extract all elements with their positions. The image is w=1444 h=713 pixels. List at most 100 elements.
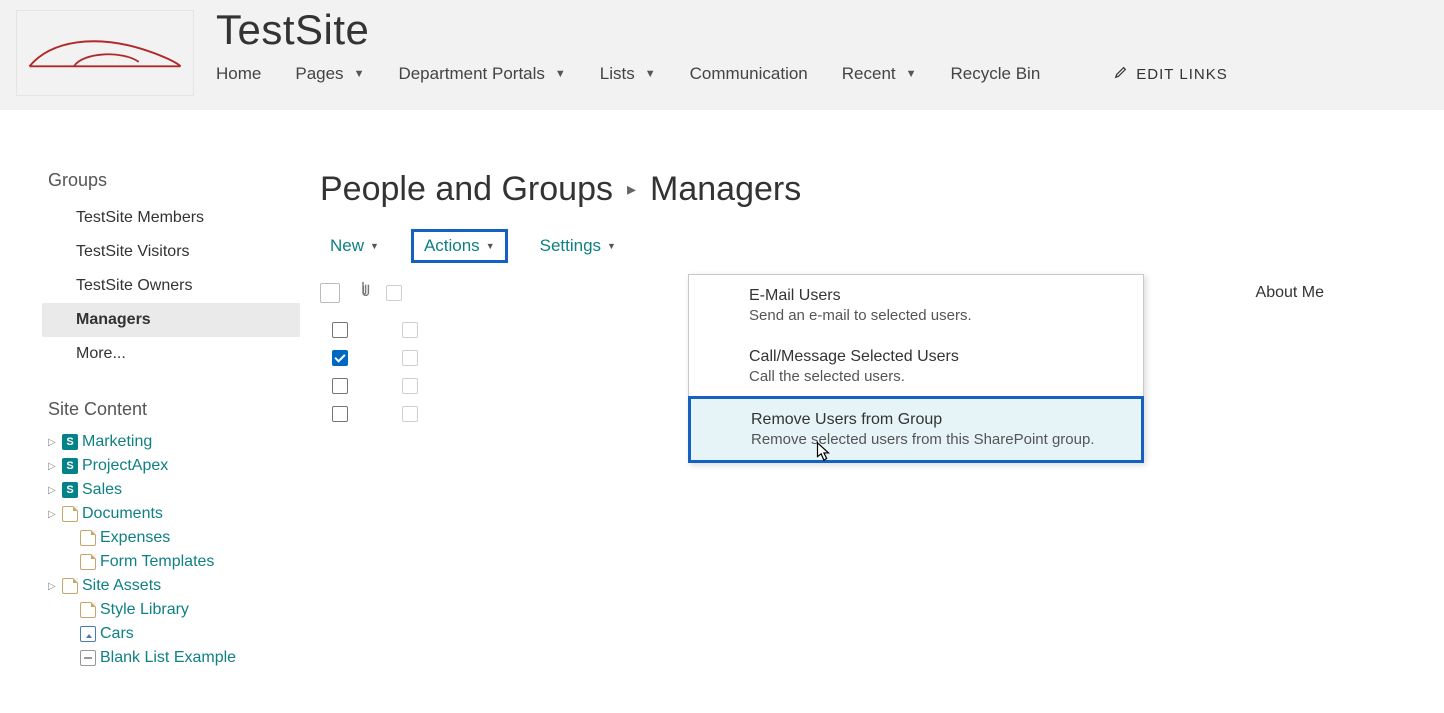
expander-icon[interactable]: ▷ — [48, 461, 58, 472]
row-checkbox[interactable] — [332, 378, 348, 394]
breadcrumb-current: Managers — [650, 170, 801, 209]
tree-item[interactable]: ▷ Site Assets — [48, 574, 300, 598]
nav-label: Home — [216, 64, 261, 84]
car-logo-icon — [25, 28, 185, 78]
tree-label[interactable]: Documents — [82, 505, 163, 523]
tree-item[interactable]: ▷ SProjectApex — [48, 454, 300, 478]
actions-button[interactable]: Actions ▼ — [411, 229, 508, 263]
chevron-down-icon: ▼ — [486, 241, 495, 251]
tree-item[interactable]: Expenses — [48, 526, 300, 550]
tree-item[interactable]: ▷ Documents — [48, 502, 300, 526]
tree-label[interactable]: Cars — [100, 625, 134, 643]
site-icon: S — [62, 434, 78, 450]
menu-item-title: Remove Users from Group — [751, 411, 1125, 429]
doc-icon — [80, 530, 96, 546]
chevron-down-icon: ▼ — [645, 68, 656, 80]
tree-label[interactable]: Style Library — [100, 601, 189, 619]
menu-item-title: Call/Message Selected Users — [749, 348, 1127, 366]
tree-item[interactable]: Form Templates — [48, 550, 300, 574]
edit-links-label: EDIT LINKS — [1136, 66, 1227, 83]
mouse-cursor-icon — [812, 441, 834, 463]
row-secondary-checkbox — [402, 322, 418, 338]
sidebar-group-managers[interactable]: Managers — [42, 303, 300, 337]
nav-label: Department Portals — [398, 64, 544, 84]
groups-heading: Groups — [48, 170, 300, 191]
select-all-icon[interactable] — [320, 283, 340, 303]
tree-item[interactable]: ▷ SSales — [48, 478, 300, 502]
actions-menu-item-e-mail-users[interactable]: E-Mail Users Send an e-mail to selected u… — [689, 275, 1143, 336]
actions-dropdown: E-Mail Users Send an e-mail to selected u… — [688, 274, 1144, 463]
menu-item-description: Remove selected users from this SharePoi… — [751, 431, 1125, 448]
nav-item-pages[interactable]: Pages ▼ — [295, 64, 364, 84]
nav-item-recycle-bin[interactable]: Recycle Bin — [951, 64, 1041, 84]
sidebar-group-testsite-owners[interactable]: TestSite Owners — [42, 269, 300, 303]
doc-icon — [80, 602, 96, 618]
nav-item-communication[interactable]: Communication — [690, 64, 808, 84]
chevron-down-icon: ▼ — [354, 68, 365, 80]
row-checkbox[interactable] — [332, 322, 348, 338]
actions-menu-item-call-message-selected-users[interactable]: Call/Message Selected Users Call the sele… — [689, 336, 1143, 397]
header-right: TestSite HomePages▼Department Portals▼Li… — [194, 10, 1228, 84]
tree-label[interactable]: Form Templates — [100, 553, 214, 571]
doc-icon — [62, 506, 78, 522]
site-title[interactable]: TestSite — [216, 6, 1228, 54]
expander-icon[interactable]: ▷ — [48, 437, 58, 448]
nav-label: Recycle Bin — [951, 64, 1041, 84]
doc-icon — [62, 578, 78, 594]
nav-label: Communication — [690, 64, 808, 84]
chevron-down-icon: ▼ — [607, 241, 616, 251]
column-about-me[interactable]: About Me — [1256, 284, 1444, 302]
tree-item[interactable]: Cars — [48, 622, 300, 646]
new-button[interactable]: New ▼ — [320, 232, 389, 260]
tree-label[interactable]: Sales — [82, 481, 122, 499]
tree-item[interactable]: Blank List Example — [48, 646, 300, 670]
settings-label: Settings — [540, 236, 601, 256]
chevron-down-icon: ▼ — [906, 68, 917, 80]
tree-item[interactable]: Style Library — [48, 598, 300, 622]
row-secondary-checkbox — [402, 406, 418, 422]
header-placeholder-checkbox — [386, 285, 402, 301]
sidebar-group-more-[interactable]: More... — [42, 337, 300, 371]
sidebar-group-testsite-members[interactable]: TestSite Members — [42, 201, 300, 235]
settings-button[interactable]: Settings ▼ — [530, 232, 626, 260]
expander-icon[interactable]: ▷ — [48, 509, 58, 520]
site-icon: S — [62, 458, 78, 474]
tree-label[interactable]: Site Assets — [82, 577, 161, 595]
actions-menu-item-remove-users-from-group[interactable]: Remove Users from Group Remove selected u… — [688, 396, 1144, 463]
nav-item-recent[interactable]: Recent▼ — [842, 64, 917, 84]
nav-item-lists[interactable]: Lists ▼ — [600, 64, 656, 84]
edit-links-button[interactable]: EDIT LINKS — [1114, 65, 1227, 83]
breadcrumb-separator-icon: ▸ — [627, 179, 636, 200]
attachment-icon[interactable] — [356, 281, 370, 304]
row-checkbox[interactable] — [332, 406, 348, 422]
site-logo[interactable] — [16, 10, 194, 96]
expander-icon[interactable]: ▷ — [48, 485, 58, 496]
toolbar: New ▼ Actions ▼ Settings ▼ — [320, 229, 1444, 263]
expander-icon[interactable]: ▷ — [48, 581, 58, 592]
tree-item[interactable]: ▷ SMarketing — [48, 430, 300, 454]
site-icon: S — [62, 482, 78, 498]
row-secondary-checkbox — [402, 350, 418, 366]
chevron-down-icon: ▼ — [370, 241, 379, 251]
tree-label[interactable]: Marketing — [82, 433, 152, 451]
menu-item-title: E-Mail Users — [749, 287, 1127, 305]
nav-item-department-portals[interactable]: Department Portals ▼ — [398, 64, 565, 84]
site-content-heading: Site Content — [48, 399, 300, 420]
site-content-tree: ▷SMarketing▷SProjectApex▷SSales▷Document… — [48, 430, 300, 670]
chevron-down-icon: ▼ — [555, 68, 566, 80]
header: TestSite HomePages▼Department Portals▼Li… — [0, 0, 1444, 110]
tree-label[interactable]: ProjectApex — [82, 457, 168, 475]
menu-item-description: Call the selected users. — [749, 368, 1127, 385]
tree-label[interactable]: Expenses — [100, 529, 170, 547]
nav-item-home[interactable]: Home — [216, 64, 261, 84]
tree-label[interactable]: Blank List Example — [100, 649, 236, 667]
nav-label: Lists — [600, 64, 635, 84]
row-checkbox[interactable] — [332, 350, 348, 366]
menu-item-description: Send an e-mail to selected users. — [749, 307, 1127, 324]
nav-label: Pages — [295, 64, 343, 84]
breadcrumb-parent[interactable]: People and Groups — [320, 170, 613, 209]
group-list: TestSite MembersTestSite VisitorsTestSit… — [42, 201, 300, 371]
sidebar-group-testsite-visitors[interactable]: TestSite Visitors — [42, 235, 300, 269]
pic-icon — [80, 626, 96, 642]
top-nav: Home Pages ▼ Department Portals ▼ Lists ▼ Commu… — [216, 64, 1228, 84]
